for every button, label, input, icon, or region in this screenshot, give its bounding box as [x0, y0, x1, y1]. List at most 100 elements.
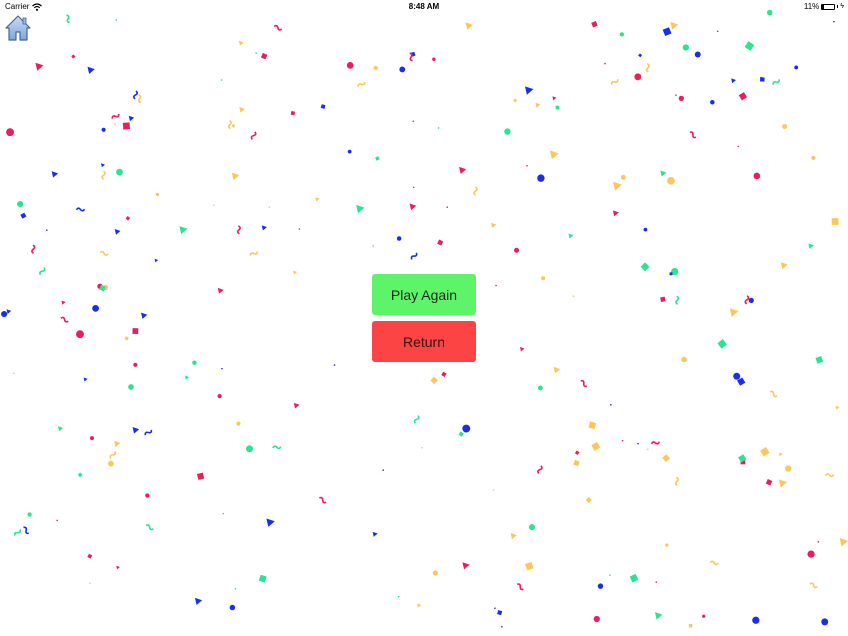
confetti-piece	[645, 63, 650, 73]
confetti-piece	[318, 496, 327, 504]
confetti-piece	[229, 604, 236, 611]
confetti-piece	[807, 550, 815, 558]
confetti-piece	[116, 565, 120, 570]
confetti-piece	[227, 119, 232, 130]
play-again-button[interactable]: Play Again	[372, 274, 476, 315]
confetti-piece	[667, 176, 675, 185]
confetti-piece	[709, 560, 719, 566]
confetti-piece	[357, 82, 366, 87]
confetti-piece	[268, 206, 271, 208]
confetti-piece	[260, 52, 268, 60]
confetti-piece	[831, 218, 839, 225]
confetti-piece	[231, 123, 236, 128]
confetti-piece	[145, 524, 154, 531]
confetti-piece	[744, 295, 750, 305]
confetti-piece	[537, 385, 543, 391]
confetti-piece	[738, 92, 748, 101]
confetti-piece	[66, 14, 70, 24]
confetti-piece	[675, 295, 680, 305]
confetti-piece	[13, 529, 22, 536]
confetti-piece	[694, 51, 701, 58]
confetti-piece	[526, 164, 528, 167]
confetti-piece	[221, 367, 223, 370]
confetti-piece	[373, 65, 379, 71]
charging-icon: ϟ	[840, 3, 844, 10]
confetti-piece	[154, 258, 159, 263]
confetti-piece	[494, 607, 496, 610]
confetti-piece	[409, 203, 417, 211]
confetti-piece	[71, 54, 76, 59]
confetti-piece	[573, 459, 580, 467]
confetti-piece	[27, 512, 32, 517]
confetti-piece	[46, 229, 48, 231]
confetti-piece	[780, 262, 788, 270]
confetti-piece	[809, 582, 818, 589]
battery-tip	[837, 5, 839, 8]
confetti-piece	[815, 356, 824, 364]
confetti-piece	[144, 429, 153, 436]
confetti-piece	[413, 415, 420, 424]
confetti-piece	[1, 310, 8, 318]
confetti-piece	[293, 270, 298, 275]
confetti-piece	[293, 402, 300, 409]
confetti-piece	[675, 94, 677, 96]
confetti-piece	[619, 32, 625, 37]
confetti-piece	[217, 393, 222, 399]
confetti-piece	[821, 618, 829, 626]
confetti-piece	[597, 583, 604, 589]
confetti-piece	[212, 204, 215, 206]
confetti-piece	[553, 366, 561, 374]
confetti-piece	[122, 122, 131, 130]
confetti-piece	[674, 476, 679, 487]
confetti-piece	[132, 90, 139, 100]
confetti-piece	[537, 465, 543, 474]
confetti-piece	[138, 94, 142, 104]
confetti-piece	[6, 309, 12, 314]
confetti-piece	[12, 372, 15, 375]
confetti-piece	[462, 562, 470, 570]
confetti-piece	[549, 150, 559, 160]
confetti-piece	[620, 174, 626, 180]
confetti-piece	[101, 170, 106, 180]
confetti-piece	[765, 479, 773, 486]
return-button[interactable]: Return	[372, 321, 476, 362]
confetti-piece	[839, 537, 848, 547]
confetti-piece	[83, 377, 88, 382]
confetti-piece	[794, 65, 799, 70]
confetti-piece	[92, 304, 100, 312]
confetti-piece	[133, 362, 138, 367]
confetti-piece	[654, 612, 663, 620]
confetti-piece	[192, 360, 197, 365]
confetti-piece	[399, 66, 406, 73]
confetti-piece	[236, 421, 241, 426]
confetti-piece	[155, 192, 160, 197]
confetti-piece	[441, 371, 447, 377]
confetti-piece	[473, 186, 478, 196]
confetti-piece	[585, 496, 592, 504]
confetti-piece	[249, 251, 259, 256]
confetti-piece	[60, 316, 69, 323]
confetti-piece	[77, 472, 83, 478]
confetti-piece	[273, 24, 283, 31]
confetti-piece	[772, 79, 780, 85]
confetti-piece	[572, 295, 575, 298]
confetti-piece	[382, 469, 384, 471]
confetti-piece	[610, 404, 612, 406]
home-button[interactable]	[5, 14, 31, 42]
confetti-piece	[744, 41, 755, 51]
confetti-piece	[375, 156, 380, 161]
confetti-piece	[101, 127, 106, 132]
confetti-piece	[528, 524, 535, 531]
confetti-piece	[689, 131, 697, 139]
confetti-piece	[31, 244, 36, 254]
confetti-piece	[320, 104, 326, 109]
confetti-piece	[525, 561, 534, 571]
confetti-piece	[437, 127, 440, 129]
confetti-piece	[234, 587, 237, 590]
confetti-piece	[89, 582, 91, 584]
confetti-piece	[835, 405, 840, 410]
confetti-piece	[662, 27, 672, 37]
confetti-piece	[272, 445, 282, 450]
confetti-piece	[646, 448, 649, 451]
confetti-piece	[519, 347, 525, 352]
